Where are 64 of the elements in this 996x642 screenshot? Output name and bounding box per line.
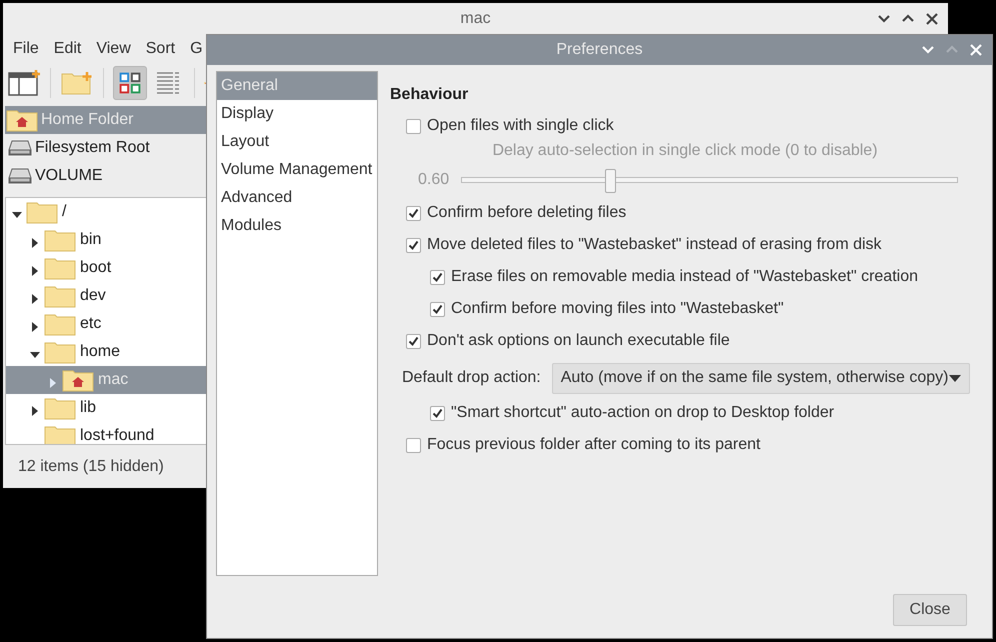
checkbox[interactable]: [406, 206, 421, 220]
place-item[interactable]: Filesystem Root: [5, 134, 207, 162]
section-item[interactable]: Volume Management: [217, 156, 377, 184]
checkbox-label[interactable]: Confirm before moving files into "Wastebasket": [451, 300, 784, 318]
dropdown-label: Default drop action:: [402, 369, 541, 387]
expand-arrow-icon[interactable]: [30, 235, 40, 245]
checkbox-label[interactable]: Erase files on removable media instead of "Wastebasket" creation: [451, 268, 918, 286]
close-button[interactable]: Close: [893, 594, 967, 626]
expand-arrow-icon[interactable]: [30, 403, 40, 413]
checkbox-label[interactable]: Open files with single click: [427, 117, 614, 135]
menu-item[interactable]: G: [181, 40, 203, 58]
expand-arrow-icon[interactable]: [30, 319, 40, 329]
slider-label: Delay auto-selection in single click mode (0 to disable): [492, 142, 878, 159]
window-title: mac: [460, 10, 491, 28]
tree-item[interactable]: boot: [6, 254, 207, 282]
menu-item[interactable]: Edit: [44, 40, 88, 58]
section-item[interactable]: Modules: [217, 212, 377, 240]
checkbox-label[interactable]: "Smart shortcut" auto-action on drop to Desktop folder: [451, 404, 834, 422]
slider-track[interactable]: [461, 169, 958, 191]
tree-item[interactable]: /: [6, 198, 207, 226]
folder-icon: [44, 228, 76, 252]
folder-icon: [44, 340, 76, 364]
checkbox[interactable]: [430, 302, 445, 316]
drop-action-dropdown[interactable]: Auto (move if on the same file system, otherwise copy): [552, 362, 970, 394]
checkbox-label[interactable]: Confirm before deleting files: [427, 204, 626, 222]
caret-icon: [948, 374, 961, 382]
tree-item[interactable]: etc: [6, 310, 207, 338]
section-heading: Behaviour: [390, 86, 470, 104]
folder-icon: [44, 396, 76, 420]
menu-item[interactable]: Sort: [136, 40, 182, 58]
checkbox[interactable]: [406, 438, 421, 452]
expand-arrow-icon[interactable]: [30, 291, 40, 301]
checkbox[interactable]: [430, 406, 445, 420]
checkbox[interactable]: [406, 118, 421, 134]
place-item[interactable]: VOLUME: [5, 162, 207, 190]
section-item[interactable]: Advanced: [217, 184, 377, 212]
checkbox-label[interactable]: Don't ask options on launch executable file: [427, 332, 730, 350]
menu-item[interactable]: File: [4, 40, 45, 58]
tree-item[interactable]: lost+found: [6, 422, 207, 444]
folder-icon: [44, 424, 76, 444]
slider-value: 0.60: [418, 171, 450, 189]
menu-item[interactable]: View: [87, 40, 137, 58]
dialog-title: Preferences: [556, 41, 643, 59]
drive-icon: [8, 166, 32, 186]
folder-icon: [44, 312, 76, 336]
checkbox-label[interactable]: Move deleted files to "Wastebasket" instead of erasing from disk: [427, 236, 882, 254]
folder-icon: [26, 200, 58, 224]
section-item[interactable]: Display: [217, 100, 377, 128]
checkbox[interactable]: [406, 238, 421, 252]
tree-item[interactable]: dev: [6, 282, 207, 310]
grid-view-icon[interactable]: [113, 66, 147, 100]
section-item[interactable]: Layout: [217, 128, 377, 156]
checkbox[interactable]: [430, 270, 445, 284]
drive-icon: [8, 138, 32, 158]
status-text: 12 items (15 hidden): [18, 458, 164, 475]
tree-item[interactable]: home: [6, 338, 207, 366]
checkbox[interactable]: [406, 334, 421, 348]
tree-item[interactable]: lib: [6, 394, 207, 422]
close-icon[interactable]: [924, 11, 940, 27]
checkbox-label[interactable]: Focus previous folder after coming to its parent: [427, 436, 760, 454]
expand-arrow-icon[interactable]: [30, 263, 40, 273]
folder-icon: [44, 256, 76, 280]
folder-icon: [44, 284, 76, 308]
tree-item[interactable]: bin: [6, 226, 207, 254]
